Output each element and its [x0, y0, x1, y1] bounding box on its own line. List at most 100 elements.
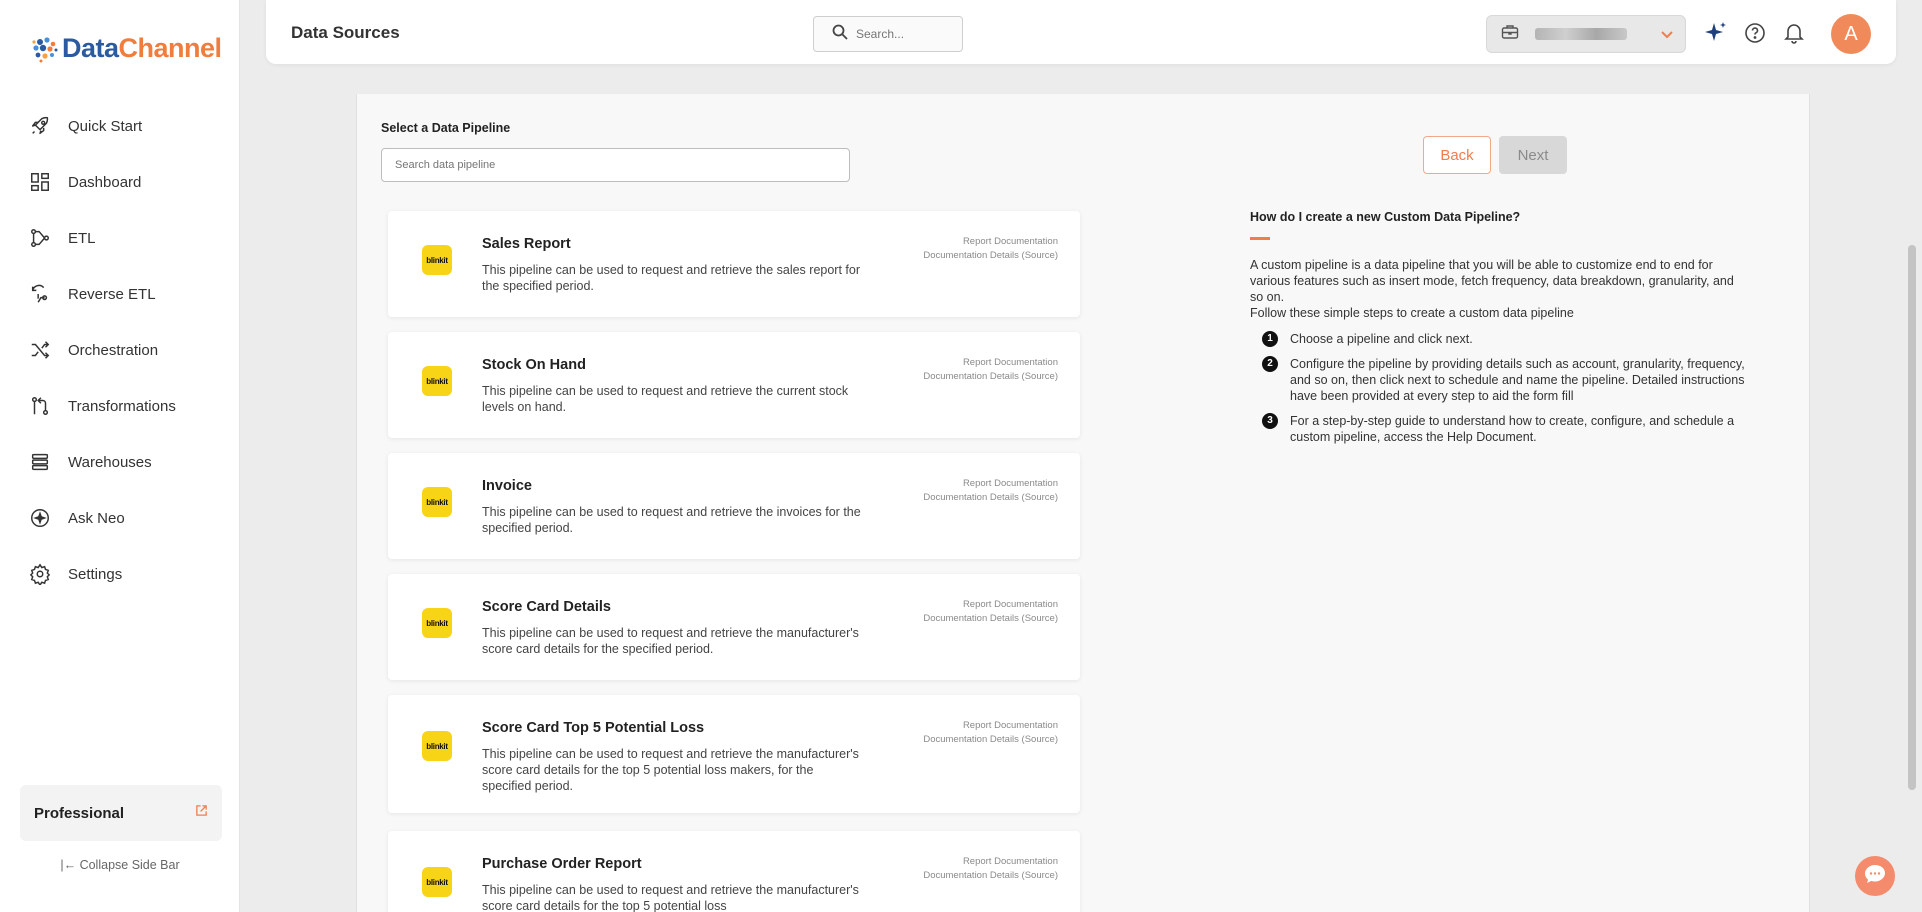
pipeline-description: This pipeline can be used to request and… — [482, 747, 859, 793]
sidebar-item-etl[interactable]: ETL — [0, 210, 240, 266]
gear-icon — [28, 562, 52, 586]
briefcase-icon — [1501, 24, 1519, 45]
sidebar-item-warehouses[interactable]: Warehouses — [0, 434, 240, 490]
blinkit-logo: blinkit — [422, 487, 452, 517]
help-step: 2 Configure the pipeline by providing de… — [1250, 356, 1750, 404]
top-header: Data Sources A — [266, 0, 1896, 64]
sidebar-item-reverse-etl[interactable]: Reverse ETL — [0, 266, 240, 322]
pipeline-description: This pipeline can be used to request and… — [482, 883, 859, 912]
sidebar-item-ask-neo[interactable]: Ask Neo — [0, 490, 240, 546]
report-documentation-link[interactable]: Report Documentation — [923, 356, 1058, 370]
logo-text: DataChannel — [62, 32, 222, 63]
sidebar-nav: Quick Start Dashboard ETL Reverse ETL Or… — [0, 98, 240, 602]
page-scrollbar[interactable] — [1908, 245, 1916, 790]
help-intro: A custom pipeline is a data pipeline tha… — [1250, 257, 1750, 321]
documentation-details-link[interactable]: Documentation Details (Source) — [923, 733, 1058, 747]
pipeline-description: This pipeline can be used to request and… — [482, 384, 849, 414]
ai-sparkle-icon[interactable] — [1702, 20, 1728, 46]
report-documentation-link[interactable]: Report Documentation — [923, 855, 1058, 869]
account-selector[interactable] — [1486, 15, 1686, 53]
pipeline-card[interactable]: blinkit Score Card Top 5 Potential Loss … — [388, 695, 1080, 813]
help-panel: How do I create a new Custom Data Pipeli… — [1250, 210, 1750, 454]
search-icon — [832, 24, 848, 45]
sidebar-item-label: Ask Neo — [68, 509, 125, 527]
step-number: 3 — [1262, 413, 1278, 429]
help-intro-text: A custom pipeline is a data pipeline tha… — [1250, 258, 1734, 304]
dashboard-icon — [28, 170, 52, 194]
collapse-sidebar-button[interactable]: |← Collapse Side Bar — [0, 858, 240, 872]
help-step: 3 For a step-by-step guide to understand… — [1250, 413, 1750, 445]
pipeline-description: This pipeline can be used to request and… — [482, 263, 860, 293]
sidebar-item-label: Transformations — [68, 397, 176, 415]
pipeline-links: Report Documentation Documentation Detai… — [923, 356, 1058, 383]
search-input[interactable] — [856, 27, 946, 41]
pipeline-description: This pipeline can be used to request and… — [482, 626, 859, 656]
plan-label: Professional — [34, 804, 125, 822]
pipeline-title: Score Card Top 5 Potential Loss — [482, 720, 705, 736]
sidebar-item-label: ETL — [68, 229, 96, 247]
sidebar: DataChannel Quick Start Dashboard ETL Re… — [0, 0, 240, 912]
chat-button[interactable] — [1855, 856, 1895, 896]
bell-icon[interactable] — [1781, 20, 1807, 46]
step-text: Choose a pipeline and click next. — [1290, 332, 1473, 346]
pipeline-card[interactable]: blinkit Stock On Hand This pipeline can … — [388, 332, 1080, 438]
pipeline-search-input[interactable] — [381, 148, 850, 182]
report-documentation-link[interactable]: Report Documentation — [923, 477, 1058, 491]
sidebar-item-dashboard[interactable]: Dashboard — [0, 154, 240, 210]
help-follow-text: Follow these simple steps to create a cu… — [1250, 306, 1574, 320]
next-button[interactable]: Next — [1499, 136, 1567, 174]
warehouses-icon — [28, 450, 52, 474]
avatar[interactable]: A — [1831, 14, 1871, 54]
pipeline-links: Report Documentation Documentation Detai… — [923, 598, 1058, 625]
sidebar-item-orchestration[interactable]: Orchestration — [0, 322, 240, 378]
documentation-details-link[interactable]: Documentation Details (Source) — [923, 612, 1058, 626]
help-steps: 1 Choose a pipeline and click next. 2 Co… — [1250, 331, 1750, 445]
report-documentation-link[interactable]: Report Documentation — [923, 235, 1058, 249]
sidebar-item-settings[interactable]: Settings — [0, 546, 240, 602]
pipeline-card[interactable]: blinkit Sales Report This pipeline can b… — [388, 211, 1080, 317]
datachannel-logo[interactable]: DataChannel — [28, 32, 222, 64]
step-text: Configure the pipeline by providing deta… — [1290, 357, 1745, 403]
blinkit-logo: blinkit — [422, 366, 452, 396]
blinkit-logo: blinkit — [422, 245, 452, 275]
help-icon[interactable] — [1742, 20, 1768, 46]
collapse-icon: |← — [60, 858, 77, 872]
documentation-details-link[interactable]: Documentation Details (Source) — [923, 491, 1058, 505]
pipeline-card[interactable]: blinkit Score Card Details This pipeline… — [388, 574, 1080, 680]
sidebar-item-label: Quick Start — [68, 117, 143, 135]
chevron-down-icon — [1659, 26, 1675, 47]
pipeline-title: Sales Report — [482, 236, 571, 252]
pipeline-title: Purchase Order Report — [482, 856, 642, 872]
global-search[interactable] — [813, 16, 963, 52]
back-button[interactable]: Back — [1423, 136, 1491, 174]
documentation-details-link[interactable]: Documentation Details (Source) — [923, 249, 1058, 263]
etl-icon — [28, 226, 52, 250]
report-documentation-link[interactable]: Report Documentation — [923, 598, 1058, 612]
select-pipeline-label: Select a Data Pipeline — [381, 121, 511, 135]
pipeline-links: Report Documentation Documentation Detai… — [923, 477, 1058, 504]
pipeline-card[interactable]: blinkit Purchase Order Report This pipel… — [388, 831, 1080, 912]
transformations-icon — [28, 394, 52, 418]
sidebar-item-quick-start[interactable]: Quick Start — [0, 98, 240, 154]
pipeline-links: Report Documentation Documentation Detai… — [923, 235, 1058, 262]
pipeline-card[interactable]: blinkit Invoice This pipeline can be use… — [388, 453, 1080, 559]
page-title: Data Sources — [291, 23, 400, 42]
report-documentation-link[interactable]: Report Documentation — [923, 719, 1058, 733]
external-link-icon[interactable] — [195, 804, 208, 822]
sidebar-item-transformations[interactable]: Transformations — [0, 378, 240, 434]
pipeline-links: Report Documentation Documentation Detai… — [923, 719, 1058, 746]
documentation-details-link[interactable]: Documentation Details (Source) — [923, 869, 1058, 883]
collapse-label: Collapse Side Bar — [79, 858, 180, 872]
sidebar-item-label: Reverse ETL — [68, 285, 156, 303]
sidebar-item-label: Dashboard — [68, 173, 142, 191]
help-title-underline — [1250, 237, 1270, 240]
pipeline-description: This pipeline can be used to request and… — [482, 505, 861, 535]
blinkit-logo: blinkit — [422, 731, 452, 761]
sparkle-icon — [28, 506, 52, 530]
plan-badge[interactable]: Professional — [20, 785, 222, 841]
sidebar-item-label: Orchestration — [68, 341, 159, 359]
step-number: 2 — [1262, 356, 1278, 372]
sidebar-item-label: Warehouses — [68, 453, 152, 471]
documentation-details-link[interactable]: Documentation Details (Source) — [923, 370, 1058, 384]
sidebar-item-label: Settings — [68, 565, 123, 583]
